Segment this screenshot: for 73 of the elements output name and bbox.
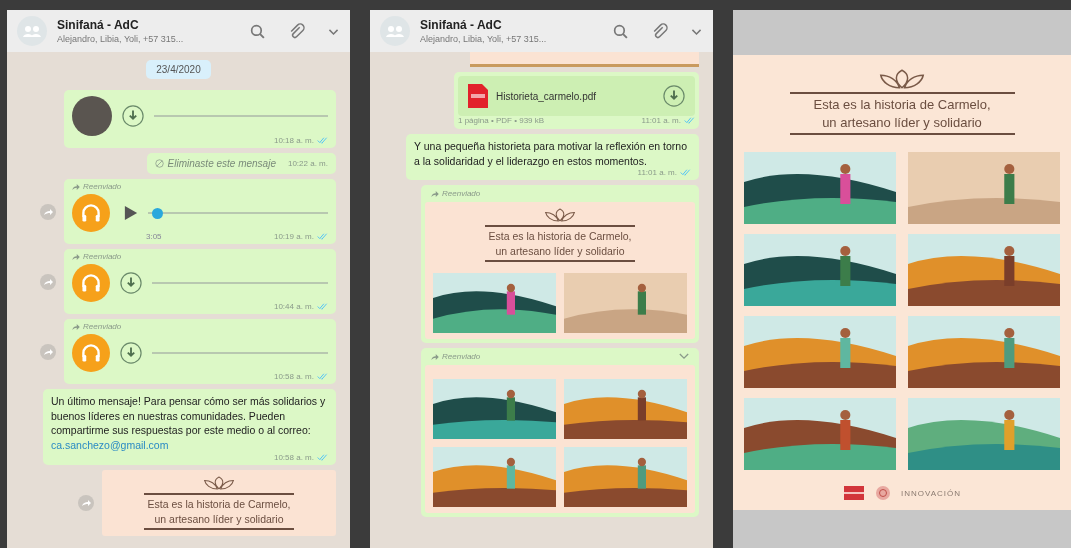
group-avatar-icon (17, 16, 47, 46)
chat-members: Alejandro, Libia, Yoli, +57 315... (420, 34, 548, 44)
headphones-icon (72, 264, 110, 302)
file-name: Historieta_carmelo.pdf (496, 90, 598, 102)
blocked-icon (154, 159, 164, 168)
search-icon[interactable] (249, 22, 266, 40)
message-time: 10:18 a. m. (273, 136, 314, 145)
message-time: 11:01 a. m. (637, 168, 677, 178)
leaves-icon (543, 208, 577, 223)
logo-text: INNOVACIÓN (900, 488, 962, 498)
forward-arrow-icon (72, 183, 80, 190)
forward-arrow-icon (72, 253, 80, 260)
leaves-icon (202, 475, 236, 490)
chat-title: Sinifaná - AdC (57, 18, 140, 32)
pdf-file-icon (468, 84, 488, 108)
double-check-icon (317, 373, 328, 380)
forwarded-label: Reenviado (442, 352, 481, 362)
comic-title: un artesano líder y solidario (822, 115, 982, 130)
download-icon[interactable] (120, 342, 142, 364)
avatar-placeholder (72, 96, 112, 136)
download-icon[interactable] (122, 105, 144, 127)
comic-title: un artesano líder y solidario (495, 245, 625, 258)
forwarded-label: Reenviado (442, 189, 481, 199)
play-icon[interactable] (124, 205, 138, 221)
forward-arrow-icon (72, 323, 80, 330)
double-check-icon (317, 233, 328, 240)
forwarded-label: Reenviado (83, 182, 122, 191)
double-check-icon (317, 303, 328, 310)
paperclip-icon[interactable] (651, 22, 668, 40)
comic-image[interactable]: Esta es la historia de Carmelo, un artesano líder y solidario (425, 202, 695, 340)
message-time: 10:58 a. m. (273, 452, 314, 462)
email-link[interactable]: ca.sanchezo@gmail.com (51, 439, 169, 452)
comic-title: Esta es la historia de Carmelo, (147, 497, 291, 510)
group-avatar-icon (380, 16, 410, 46)
message-time: 10:58 a. m. (273, 372, 314, 381)
paperclip-icon[interactable] (288, 22, 305, 40)
comic-title: Esta es la historia de Carmelo, (488, 230, 632, 243)
forwarded-label: Reenviado (83, 322, 122, 331)
search-icon[interactable] (612, 22, 629, 40)
forward-icon[interactable] (78, 494, 94, 511)
headphones-icon (72, 334, 110, 372)
chat-title: Sinifaná - AdC (420, 18, 503, 32)
double-check-icon (317, 137, 328, 144)
message-time: 10:44 a. m. (273, 302, 314, 311)
double-check-icon (684, 117, 695, 124)
flag-logo-icon (842, 486, 865, 500)
message-time: 10:19 a. m. (273, 232, 314, 241)
forwarded-label: Reenviado (83, 252, 122, 261)
headphones-icon (72, 194, 110, 232)
progress-thumb[interactable] (151, 207, 163, 219)
double-check-icon (317, 453, 328, 461)
deleted-message-text: Eliminaste este mensaje (167, 158, 276, 169)
forward-arrow-icon (431, 190, 439, 197)
comic-image[interactable]: Esta es la historia de Carmelo, un artesano líder y solidario (102, 469, 336, 536)
message-time: 11:01 a. m. (641, 116, 681, 125)
comic-title: Esta es la historia de Carmelo, (813, 97, 991, 112)
message-time: 10:22 a. m. (287, 159, 328, 168)
double-check-icon (680, 169, 691, 177)
download-icon[interactable] (663, 85, 685, 107)
forward-icon[interactable] (40, 343, 56, 360)
circle-logo-icon (874, 485, 891, 501)
download-icon[interactable] (120, 272, 142, 294)
caret-icon[interactable] (679, 353, 689, 361)
message-text: Un último mensaje! Para pensar cómo ser más solidarios y buenos líderes en nuestras comunidades. Pueden compartirme sus respuestas por este medio o al correo: ca.sanchezo@gmail.com (51, 394, 327, 453)
date-chip: 23/4/2020 (146, 60, 211, 79)
comic-title: un artesano líder y solidario (154, 512, 284, 525)
forward-icon[interactable] (40, 273, 56, 290)
file-details: 1 página • PDF • 939 kB (458, 116, 545, 125)
forward-icon[interactable] (40, 203, 56, 220)
message-text: Y una pequeña historieta para motivar la reflexión en torno a la solidaridad y el liderazgo en estos momentos. (414, 139, 688, 169)
audio-duration: 3:05 (146, 232, 162, 241)
chat-members: Alejandro, Libia, Yoli, +57 315... (57, 34, 185, 44)
forward-arrow-icon (431, 353, 439, 360)
